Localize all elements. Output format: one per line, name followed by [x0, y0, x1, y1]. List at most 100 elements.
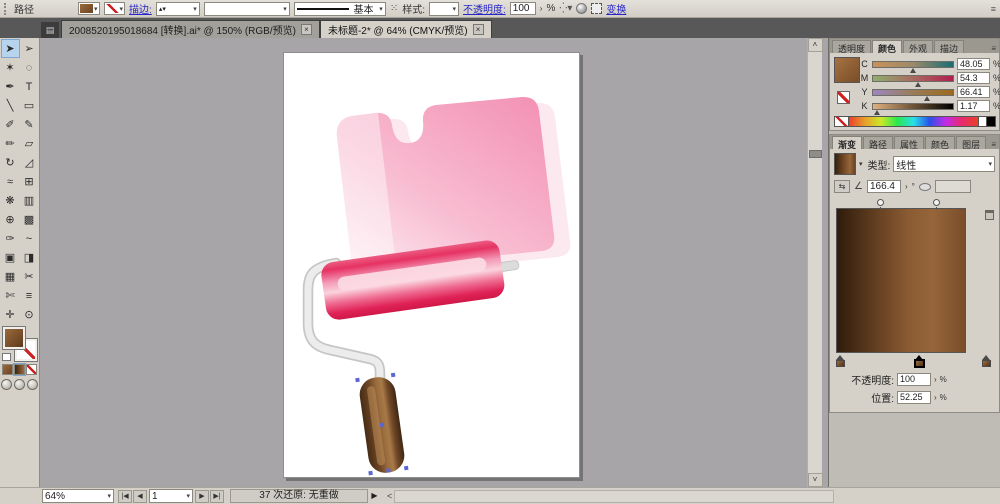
- gradient-swatch[interactable]: [834, 153, 856, 175]
- stop-opacity-field[interactable]: 100: [897, 373, 931, 386]
- slider-pointer[interactable]: [915, 82, 921, 87]
- artboard[interactable]: [283, 52, 580, 478]
- live-paint-bucket-tool-icon[interactable]: ▣: [1, 248, 20, 267]
- page-number-select[interactable]: 1▾: [149, 489, 193, 503]
- opacity-link[interactable]: 不透明度:: [463, 1, 506, 16]
- fill-proxy-swatch[interactable]: [3, 327, 25, 349]
- opacity-stop-1[interactable]: [877, 199, 884, 206]
- artboard-tool-icon[interactable]: ▦: [1, 267, 20, 286]
- brush-definition-select[interactable]: 基本▾: [294, 2, 386, 16]
- variable-width-select[interactable]: ▾: [204, 2, 290, 16]
- gradient-angle-field[interactable]: 166.4: [867, 180, 901, 193]
- lasso-tool-icon[interactable]: ◌: [20, 58, 39, 77]
- warp-tool-icon[interactable]: ≈: [1, 172, 20, 191]
- chevron-down-icon[interactable]: ▾: [859, 160, 863, 168]
- color-stop-right[interactable]: [982, 355, 991, 367]
- tab-color-2[interactable]: 颜色: [925, 136, 955, 149]
- status-play-icon[interactable]: ▶: [368, 490, 381, 503]
- gradient-type-select[interactable]: 线性▾: [893, 156, 995, 172]
- none-color-swatch[interactable]: [834, 116, 849, 127]
- default-fill-stroke-icon[interactable]: [2, 353, 11, 361]
- graphic-style-icon[interactable]: ⁛▾: [559, 3, 572, 14]
- close-icon[interactable]: ×: [301, 24, 312, 35]
- gradient-preview-slider[interactable]: [836, 208, 966, 353]
- scrollbar-thumb[interactable]: [809, 150, 822, 158]
- zoom-level-select[interactable]: 64%▾: [42, 489, 114, 503]
- gradient-tool-icon[interactable]: ▩: [20, 210, 39, 229]
- fill-color-dropdown[interactable]: ▾: [78, 2, 100, 15]
- magenta-value-field[interactable]: 54.3: [957, 72, 990, 84]
- color-stop-middle-selected[interactable]: [915, 355, 924, 367]
- blend-tool-icon[interactable]: ~: [20, 229, 39, 248]
- screen-mode-normal-button[interactable]: [1, 379, 12, 390]
- rectangle-tool-icon[interactable]: ▭: [20, 96, 39, 115]
- opacity-field[interactable]: 100: [510, 2, 536, 15]
- stop-location-stepper[interactable]: ›: [934, 393, 937, 402]
- tab-layers[interactable]: 图层: [956, 136, 986, 149]
- color-stop-left[interactable]: [836, 355, 845, 367]
- next-page-button[interactable]: ▶: [195, 490, 209, 503]
- align-tool-icon[interactable]: ≡: [20, 286, 39, 305]
- yellow-value-field[interactable]: 66.41: [957, 86, 990, 98]
- type-tool-icon[interactable]: T: [20, 77, 39, 96]
- slider-pointer[interactable]: [924, 96, 930, 101]
- horizontal-scrollbar[interactable]: [394, 490, 834, 503]
- document-setup-icon[interactable]: [591, 3, 602, 14]
- scroll-down-icon[interactable]: ˅: [808, 473, 823, 487]
- stop-opacity-stepper[interactable]: ›: [934, 375, 937, 384]
- hscroll-left-icon[interactable]: <: [387, 491, 392, 501]
- tab-transparency[interactable]: 透明度: [832, 40, 871, 53]
- slider-pointer[interactable]: [874, 110, 880, 115]
- scale-tool-icon[interactable]: ◿: [20, 153, 39, 172]
- smooth-tool-icon[interactable]: ✏: [1, 134, 20, 153]
- free-transform-tool-icon[interactable]: ⊞: [20, 172, 39, 191]
- active-stroke-none-swatch[interactable]: [837, 91, 850, 104]
- magic-wand-tool-icon[interactable]: ✶: [1, 58, 20, 77]
- magenta-slider[interactable]: [872, 75, 954, 82]
- tab-appearance[interactable]: 外观: [903, 40, 933, 53]
- panel-menu-icon[interactable]: ≡: [988, 44, 999, 53]
- screen-mode-full-menu-button[interactable]: [14, 379, 25, 390]
- black-slider[interactable]: [872, 103, 954, 110]
- cyan-slider[interactable]: [872, 61, 954, 68]
- reverse-gradient-icon[interactable]: ⇆: [834, 180, 850, 193]
- eraser-tool-icon[interactable]: ▱: [20, 134, 39, 153]
- close-icon[interactable]: ×: [473, 24, 484, 35]
- slider-pointer[interactable]: [910, 68, 916, 73]
- vertical-scrollbar[interactable]: ˄ ˅: [807, 38, 822, 487]
- opacity-stepper[interactable]: ›: [540, 4, 543, 13]
- black-value-field[interactable]: 1.17: [957, 100, 990, 112]
- prev-page-button[interactable]: ◀: [133, 490, 147, 503]
- angle-stepper[interactable]: ›: [905, 182, 908, 191]
- none-mode-button[interactable]: [26, 364, 37, 375]
- rotate-tool-icon[interactable]: ↻: [1, 153, 20, 172]
- tab-stroke[interactable]: 描边: [934, 40, 964, 53]
- style-select[interactable]: ▾: [429, 2, 459, 16]
- mesh-tool-icon[interactable]: ⊕: [1, 210, 20, 229]
- active-fill-swatch[interactable]: [834, 57, 860, 83]
- gradient-mode-button[interactable]: [14, 364, 25, 375]
- panel-menu-icon[interactable]: ≡: [991, 4, 996, 14]
- direct-selection-tool-icon[interactable]: ➢: [20, 39, 39, 58]
- eyedropper-tool-icon[interactable]: ✑: [1, 229, 20, 248]
- scissors-tool-icon[interactable]: ✄: [1, 286, 20, 305]
- graph-tool-icon[interactable]: ▥: [20, 191, 39, 210]
- delete-stop-icon[interactable]: [985, 210, 994, 220]
- canvas-area[interactable]: ˄ ˅: [40, 38, 828, 487]
- document-tab-1[interactable]: 2008520195018684 [转换].ai* @ 150% (RGB/预览…: [61, 20, 320, 38]
- hand-tool-icon[interactable]: ✛: [1, 305, 20, 324]
- document-tab-2[interactable]: 未标题-2* @ 64% (CMYK/预览) ×: [320, 20, 492, 38]
- tab-paths[interactable]: 路径: [863, 136, 893, 149]
- last-page-button[interactable]: ▶|: [210, 490, 224, 503]
- paintbrush-tool-icon[interactable]: ✐: [1, 115, 20, 134]
- pen-tool-icon[interactable]: ✒: [1, 77, 20, 96]
- transform-link[interactable]: 变换: [606, 1, 626, 16]
- color-spectrum-bar[interactable]: [849, 116, 979, 127]
- tab-gradient[interactable]: 渐变: [832, 136, 862, 149]
- opacity-stop-2[interactable]: [933, 199, 940, 206]
- tab-attributes[interactable]: 属性: [894, 136, 924, 149]
- pencil-tool-icon[interactable]: ✎: [20, 115, 39, 134]
- white-swatch[interactable]: [979, 116, 987, 127]
- selection-tool-icon[interactable]: ➤: [1, 39, 20, 58]
- stop-location-field[interactable]: 52.25: [897, 391, 931, 404]
